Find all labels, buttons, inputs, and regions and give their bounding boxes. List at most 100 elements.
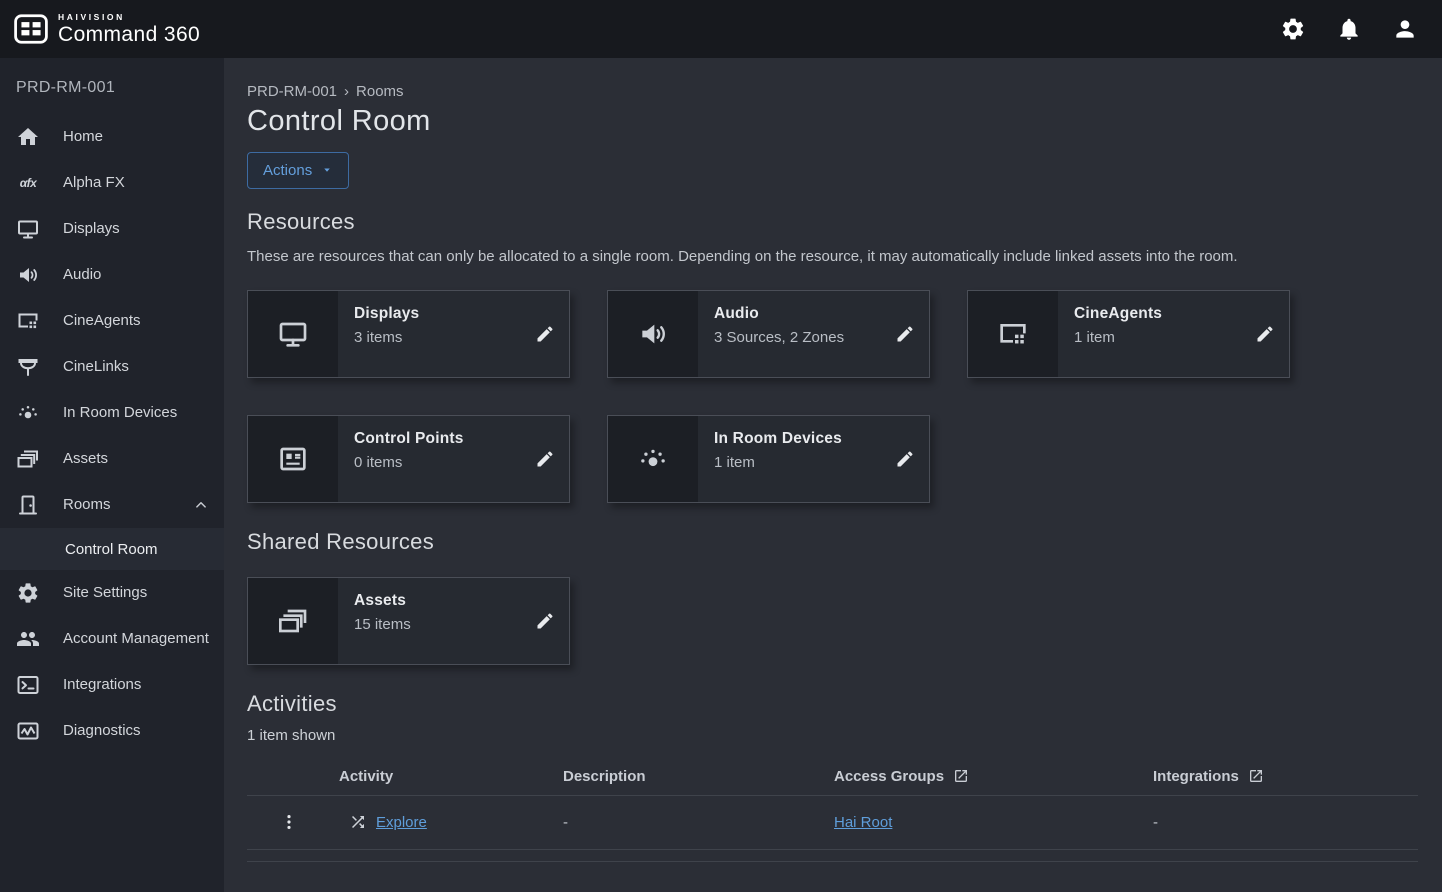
- sidebar-item-label: Home: [63, 128, 103, 147]
- access-groups-cell: Hai Root: [834, 814, 1153, 831]
- sidebar-item-label: Integrations: [63, 676, 141, 695]
- sidebar-item-cinelinks[interactable]: CineLinks: [0, 344, 224, 390]
- cineagents-icon: [968, 291, 1058, 377]
- card-title: Control Points: [354, 430, 525, 448]
- sidebar-item-site-settings[interactable]: Site Settings: [0, 570, 224, 616]
- settings-button[interactable]: [1280, 16, 1306, 42]
- resource-card-in-room-devices: In Room Devices 1 item: [607, 415, 930, 503]
- table-bottom-divider: [247, 850, 1418, 862]
- brand-text: HAIVISION Command 360: [58, 13, 200, 46]
- sidebar-item-rooms[interactable]: Rooms: [0, 482, 224, 528]
- topbar: HAIVISION Command 360: [0, 0, 1442, 58]
- app-window: HAIVISION Command 360 PRD-RM-001 Home αf…: [0, 0, 1442, 892]
- notifications-button[interactable]: [1336, 16, 1362, 42]
- integrations-cell: -: [1153, 814, 1418, 831]
- sidebar-item-in-room-devices[interactable]: In Room Devices: [0, 390, 224, 436]
- sidebar-item-displays[interactable]: Displays: [0, 206, 224, 252]
- chevron-up-icon: [192, 496, 210, 514]
- home-icon: [16, 125, 40, 149]
- resources-cards: Displays 3 items Audio 3 Sources, 2 Zone…: [247, 290, 1418, 503]
- card-subtitle: 0 items: [354, 454, 525, 471]
- activity-row: Explore - Hai Root -: [247, 796, 1418, 850]
- edit-cineagents-button[interactable]: [1255, 324, 1275, 344]
- sidebar-item-label: CineAgents: [63, 312, 141, 331]
- gear-icon: [16, 581, 40, 605]
- caret-down-icon: [321, 164, 333, 176]
- breadcrumb-current[interactable]: Rooms: [356, 83, 404, 100]
- sidebar-item-diagnostics[interactable]: Diagnostics: [0, 708, 224, 754]
- brand: HAIVISION Command 360: [12, 12, 200, 46]
- description-cell: -: [563, 814, 834, 831]
- sidebar-subitem-label: Control Room: [65, 541, 158, 558]
- resource-card-control-points: Control Points 0 items: [247, 415, 570, 503]
- column-integrations: Integrations: [1153, 768, 1418, 785]
- actions-button[interactable]: Actions: [247, 152, 349, 189]
- brand-command360: Command 360: [58, 24, 200, 45]
- external-link-icon: [1248, 768, 1264, 784]
- card-body: CineAgents 1 item: [1058, 291, 1289, 377]
- pencil-icon: [1255, 324, 1275, 344]
- user-menu-button[interactable]: [1392, 16, 1418, 42]
- sidebar-nav: Home αfx Alpha FX Displays Audio CineAge…: [0, 114, 224, 754]
- edit-in-room-devices-button[interactable]: [895, 449, 915, 469]
- bell-icon: [1336, 16, 1362, 42]
- column-access-groups: Access Groups: [834, 768, 1153, 785]
- breadcrumb-parent[interactable]: PRD-RM-001: [247, 83, 337, 100]
- explore-icon: [349, 813, 367, 831]
- edit-control-points-button[interactable]: [535, 449, 555, 469]
- pencil-icon: [535, 449, 555, 469]
- sidebar-item-label: Rooms: [63, 496, 111, 515]
- main-content: PRD-RM-001 › Rooms Control Room Actions …: [224, 58, 1442, 892]
- rooms-icon: [16, 493, 40, 517]
- open-integrations-button[interactable]: [1248, 768, 1264, 784]
- card-body: Assets 15 items: [338, 578, 569, 664]
- terminal-icon: [16, 673, 40, 697]
- brand-haivision: HAIVISION: [58, 13, 200, 22]
- edit-displays-button[interactable]: [535, 324, 555, 344]
- sidebar-item-label: In Room Devices: [63, 404, 177, 423]
- sidebar-item-home[interactable]: Home: [0, 114, 224, 160]
- shared-resources-heading: Shared Resources: [247, 529, 1418, 555]
- row-menu-button[interactable]: [247, 812, 299, 832]
- haivision-logo-icon: [12, 12, 50, 46]
- sidebar-item-label: Diagnostics: [63, 722, 141, 741]
- activities-heading: Activities: [247, 691, 1418, 717]
- resource-card-displays: Displays 3 items: [247, 290, 570, 378]
- sidebar-item-audio[interactable]: Audio: [0, 252, 224, 298]
- sidebar-item-assets[interactable]: Assets: [0, 436, 224, 482]
- card-subtitle: 3 items: [354, 329, 525, 346]
- sidebar-item-label: Alpha FX: [63, 174, 125, 193]
- page-title: Control Room: [247, 106, 1418, 138]
- assets-icon: [16, 447, 40, 471]
- edit-assets-button[interactable]: [535, 611, 555, 631]
- open-access-groups-button[interactable]: [953, 768, 969, 784]
- resources-description: These are resources that can only be all…: [247, 245, 1397, 268]
- sidebar-item-control-room[interactable]: Control Room: [0, 528, 224, 570]
- activity-explore-link[interactable]: Explore: [376, 814, 427, 831]
- sidebar-item-integrations[interactable]: Integrations: [0, 662, 224, 708]
- resources-heading: Resources: [247, 209, 1418, 235]
- edit-audio-button[interactable]: [895, 324, 915, 344]
- activities-count: 1 item shown: [247, 727, 1418, 744]
- card-body: Displays 3 items: [338, 291, 569, 377]
- card-title: Assets: [354, 592, 525, 610]
- card-subtitle: 3 Sources, 2 Zones: [714, 329, 885, 346]
- breadcrumb: PRD-RM-001 › Rooms: [247, 58, 1418, 100]
- sidebar-item-account-management[interactable]: Account Management: [0, 616, 224, 662]
- shared-card-assets: Assets 15 items: [247, 577, 570, 665]
- card-body: In Room Devices 1 item: [698, 416, 929, 502]
- resource-card-cineagents: CineAgents 1 item: [967, 290, 1290, 378]
- card-body: Control Points 0 items: [338, 416, 569, 502]
- speaker-icon: [16, 263, 40, 287]
- sidebar-item-alpha-fx[interactable]: αfx Alpha FX: [0, 160, 224, 206]
- breadcrumb-separator: ›: [344, 83, 349, 100]
- site-label: PRD-RM-001: [0, 58, 224, 114]
- sidebar-item-label: Account Management: [63, 630, 209, 649]
- activities-table: Activity Description Access Groups Integ…: [247, 758, 1418, 862]
- access-group-link[interactable]: Hai Root: [834, 814, 892, 831]
- alpha-fx-icon: αfx: [16, 171, 40, 195]
- speaker-icon: [608, 291, 698, 377]
- pencil-icon: [895, 449, 915, 469]
- card-title: Displays: [354, 305, 525, 323]
- sidebar-item-cineagents[interactable]: CineAgents: [0, 298, 224, 344]
